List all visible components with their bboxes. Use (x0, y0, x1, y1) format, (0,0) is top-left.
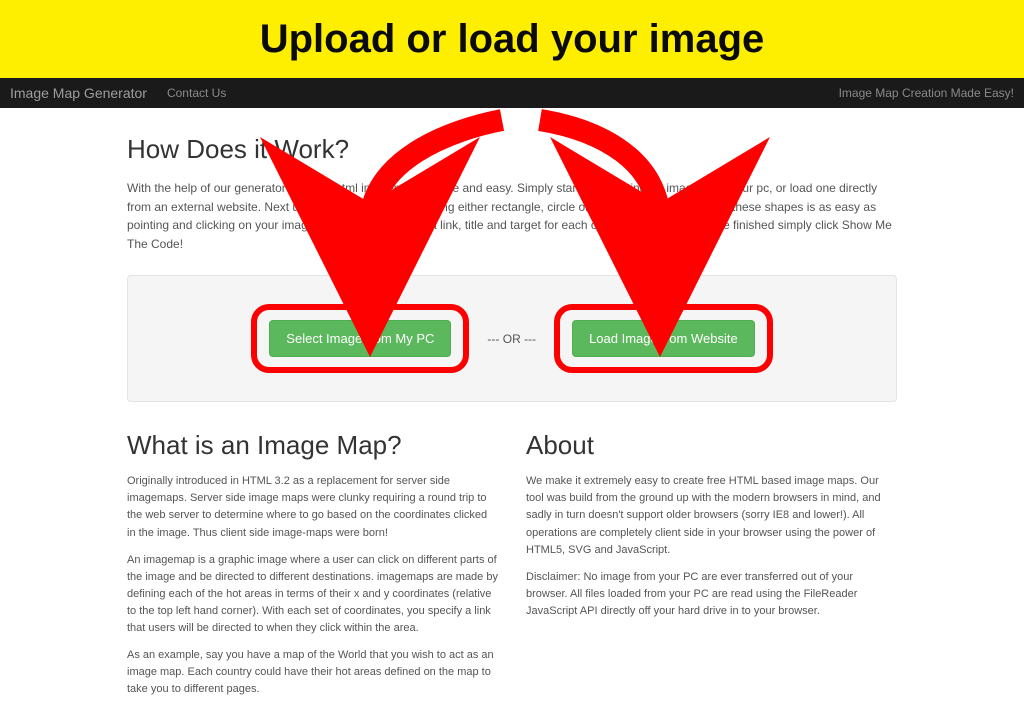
highlight-select: Select Image from My PC (251, 304, 469, 373)
highlight-load: Load Image from Website (554, 304, 773, 373)
about-title: About (526, 430, 897, 461)
select-image-button[interactable]: Select Image from My PC (269, 320, 451, 357)
nav-contact-link[interactable]: Contact Us (167, 86, 226, 100)
what-p3: As an example, say you have a map of the… (127, 647, 498, 698)
what-p1: Originally introduced in HTML 3.2 as a r… (127, 473, 498, 541)
banner-title: Upload or load your image (260, 17, 765, 62)
or-separator: --- OR --- (487, 332, 536, 346)
about-p1: We make it extremely easy to create free… (526, 473, 897, 558)
what-title: What is an Image Map? (127, 430, 498, 461)
load-image-button[interactable]: Load Image from Website (572, 320, 755, 357)
nav-tagline: Image Map Creation Made Easy! (839, 86, 1014, 100)
what-p2: An imagemap is a graphic image where a u… (127, 552, 498, 637)
upload-panel: Select Image from My PC --- OR --- Load … (127, 275, 897, 402)
about-p2: Disclaimer: No image from your PC are ev… (526, 569, 897, 620)
how-title: How Does it Work? (127, 134, 897, 165)
how-body: With the help of our generator creating … (127, 179, 897, 253)
navbar: Image Map Generator Contact Us Image Map… (0, 78, 1024, 108)
nav-brand[interactable]: Image Map Generator (10, 85, 147, 101)
annotation-banner: Upload or load your image (0, 0, 1024, 78)
